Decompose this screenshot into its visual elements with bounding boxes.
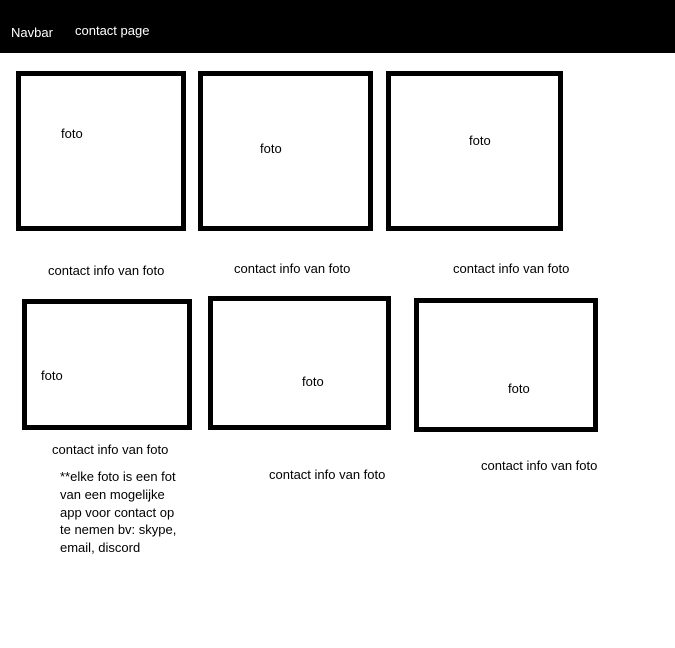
page-title: contact page: [75, 23, 150, 38]
photo-box-5[interactable]: foto: [208, 296, 391, 430]
photo-label: foto: [302, 374, 324, 389]
contact-info-3: contact info van foto: [453, 261, 570, 276]
photo-label: foto: [41, 368, 63, 383]
navbar: Navbar contact page: [0, 0, 675, 53]
navbar-label: Navbar: [11, 25, 53, 40]
contact-info-4: contact info van foto: [52, 442, 169, 457]
photo-label: foto: [469, 133, 491, 148]
photo-box-4[interactable]: foto: [22, 299, 192, 430]
contact-info-5: contact info van foto: [269, 467, 386, 482]
contact-info-1: contact info van foto: [48, 263, 165, 278]
photo-label: foto: [260, 141, 282, 156]
contact-info-2: contact info van foto: [234, 261, 351, 276]
photo-label: foto: [508, 381, 530, 396]
photo-label: foto: [61, 126, 83, 141]
photo-box-1[interactable]: foto: [16, 71, 186, 231]
note-text: **elke foto is een fot van een mogelijke…: [60, 469, 177, 556]
photo-box-6[interactable]: foto: [414, 298, 598, 432]
contact-info-6: contact info van foto: [481, 458, 598, 473]
photo-box-3[interactable]: foto: [386, 71, 563, 231]
photo-box-2[interactable]: foto: [198, 71, 373, 231]
